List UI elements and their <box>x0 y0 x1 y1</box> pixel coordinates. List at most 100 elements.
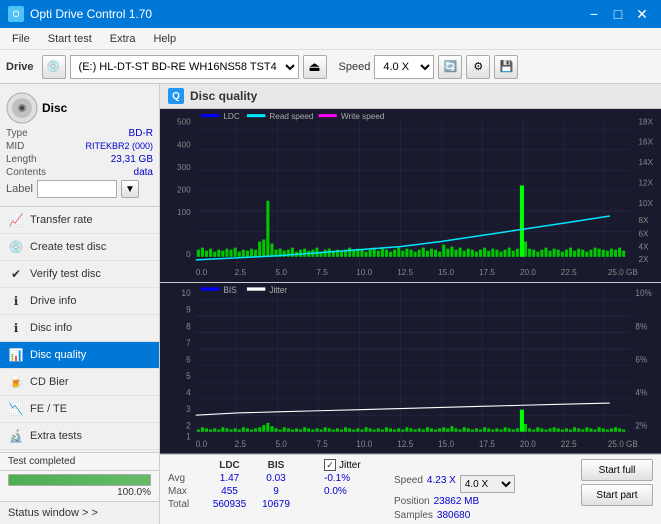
speed-label: Speed <box>339 61 371 73</box>
drive-select[interactable]: (E:) HL-DT-ST BD-RE WH16NS58 TST4 <box>70 55 299 79</box>
svg-text:400: 400 <box>177 141 191 150</box>
stat-total-jitter <box>324 499 374 510</box>
speed-stat-row: Speed 4.23 X 4.0 X <box>394 475 515 493</box>
drive-label: Drive <box>6 61 34 73</box>
action-buttons: Start full Start part <box>581 459 653 506</box>
jitter-checkbox[interactable]: ✓ <box>324 459 336 471</box>
stats-bar: LDC BIS ✓ Jitter Avg 1.47 0.03 -0.1% <box>160 454 661 524</box>
svg-text:Jitter: Jitter <box>269 285 287 295</box>
svg-text:7.5: 7.5 <box>316 439 328 449</box>
sidebar-item-cd-bier[interactable]: 🍺 CD Bier <box>0 369 159 396</box>
samples-value: 380680 <box>437 510 470 521</box>
svg-text:8: 8 <box>186 321 191 331</box>
menu-file[interactable]: File <box>4 31 38 47</box>
ldc-chart-wrapper: 500 400 300 200 100 0 18X 16X 14X 12X 10… <box>160 109 661 283</box>
svg-text:4%: 4% <box>635 387 647 397</box>
svg-text:16X: 16X <box>639 138 654 147</box>
menu-bar: File Start test Extra Help <box>0 28 661 50</box>
sidebar-item-disc-info[interactable]: ℹ Disc info <box>0 315 159 342</box>
jitter-check: ✓ Jitter <box>324 459 374 471</box>
speed-select[interactable]: 4.0 X <box>374 55 434 79</box>
start-full-button[interactable]: Start full <box>581 459 653 481</box>
menu-extra[interactable]: Extra <box>102 31 144 47</box>
disc-info-label: Disc info <box>30 322 72 334</box>
transfer-rate-label: Transfer rate <box>30 214 93 226</box>
svg-text:5.0: 5.0 <box>276 439 288 449</box>
svg-text:22.5: 22.5 <box>561 268 577 277</box>
position-row: Position 23862 MB <box>394 496 515 507</box>
sidebar-item-extra-tests[interactable]: 🔬 Extra tests <box>0 423 159 450</box>
svg-text:300: 300 <box>177 163 191 172</box>
svg-text:100: 100 <box>177 208 191 217</box>
svg-text:500: 500 <box>177 117 191 126</box>
svg-text:8%: 8% <box>635 321 647 331</box>
svg-text:7.5: 7.5 <box>316 268 328 277</box>
status-window-label: Status window > > <box>8 507 98 519</box>
transfer-rate-icon: 📈 <box>8 212 24 228</box>
speed-stat-value: 4.23 X <box>427 475 456 493</box>
disc-header: Disc <box>0 90 159 126</box>
sidebar-item-verify-test-disc[interactable]: ✔ Verify test disc <box>0 261 159 288</box>
stat-total-bis: 10679 <box>256 499 296 510</box>
stat-ldc-header: LDC <box>207 460 252 471</box>
sidebar: Disc Type BD-R MID RITEKBR2 (000) Length… <box>0 84 160 524</box>
status-completed-text: Test completed <box>0 452 159 470</box>
menu-help[interactable]: Help <box>145 31 184 47</box>
svg-text:4X: 4X <box>639 243 650 252</box>
samples-label: Samples <box>394 510 433 521</box>
disc-section-title: Disc <box>42 101 67 115</box>
svg-text:20.0: 20.0 <box>520 439 536 449</box>
maximize-button[interactable]: □ <box>607 4 629 24</box>
progress-pct: 100.0% <box>8 487 151 498</box>
menu-start-test[interactable]: Start test <box>40 31 100 47</box>
position-value: 23862 MB <box>434 496 480 507</box>
svg-text:2.5: 2.5 <box>235 439 247 449</box>
nav-items: 📈 Transfer rate 💿 Create test disc ✔ Ver… <box>0 207 159 450</box>
disc-mid-value: RITEKBR2 (000) <box>85 141 153 152</box>
stat-empty3 <box>300 473 320 484</box>
minimize-button[interactable]: − <box>583 4 605 24</box>
svg-text:18X: 18X <box>639 117 654 126</box>
charts-container: 500 400 300 200 100 0 18X 16X 14X 12X 10… <box>160 109 661 524</box>
refresh-button[interactable]: 🔄 <box>438 55 462 79</box>
sidebar-item-fe-te[interactable]: 📉 FE / TE <box>0 396 159 423</box>
close-button[interactable]: ✕ <box>631 4 653 24</box>
sidebar-item-disc-quality[interactable]: 📊 Disc quality <box>0 342 159 369</box>
disc-properties: Type BD-R MID RITEKBR2 (000) Length 23,3… <box>0 126 159 200</box>
svg-text:6: 6 <box>186 354 191 364</box>
svg-text:4: 4 <box>186 387 191 397</box>
disc-label-input[interactable] <box>37 180 117 198</box>
stat-max-jitter: 0.0% <box>324 486 374 497</box>
speed-stat-select[interactable]: 4.0 X <box>460 475 515 493</box>
svg-text:14X: 14X <box>639 158 654 167</box>
save-button[interactable]: 💾 <box>494 55 518 79</box>
app-icon: O <box>8 6 24 22</box>
sidebar-item-create-test-disc[interactable]: 💿 Create test disc <box>0 234 159 261</box>
fe-te-icon: 📉 <box>8 401 24 417</box>
disc-contents-value: data <box>134 167 153 178</box>
sidebar-item-drive-info[interactable]: ℹ Drive info <box>0 288 159 315</box>
start-part-button[interactable]: Start part <box>581 484 653 506</box>
stat-avg-label: Avg <box>168 473 203 484</box>
quality-header-icon: Q <box>168 88 184 104</box>
svg-text:3: 3 <box>186 404 191 414</box>
svg-text:17.5: 17.5 <box>479 268 495 277</box>
stat-bis-header: BIS <box>256 460 296 471</box>
bis-chart-svg: 10 9 8 7 6 5 4 3 2 1 10% 8% 6% 4% 2% <box>160 283 661 454</box>
status-window-button[interactable]: Status window > > <box>0 501 159 524</box>
settings-button[interactable]: ⚙ <box>466 55 490 79</box>
svg-text:12.5: 12.5 <box>397 268 413 277</box>
create-test-disc-icon: 💿 <box>8 239 24 255</box>
content-area: Q Disc quality <box>160 84 661 524</box>
svg-text:22.5: 22.5 <box>561 439 577 449</box>
stat-total-label: Total <box>168 499 203 510</box>
svg-text:15.0: 15.0 <box>438 268 454 277</box>
position-label: Position <box>394 496 430 507</box>
sidebar-item-transfer-rate[interactable]: 📈 Transfer rate <box>0 207 159 234</box>
window-controls: − □ ✕ <box>583 4 653 24</box>
verify-test-disc-icon: ✔ <box>8 266 24 282</box>
eject-button[interactable]: ⏏ <box>303 55 327 79</box>
title-bar: O Opti Drive Control 1.70 − □ ✕ <box>0 0 661 28</box>
disc-label-btn[interactable]: ▼ <box>121 180 139 198</box>
disc-label-label: Label <box>6 183 33 195</box>
